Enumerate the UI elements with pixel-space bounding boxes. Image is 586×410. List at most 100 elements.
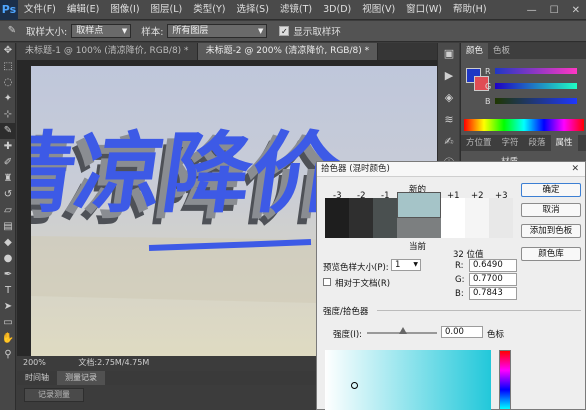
swatch-minus-3[interactable] bbox=[325, 198, 349, 238]
bottom-panel-tab[interactable]: 测量记录 bbox=[57, 371, 105, 385]
cancel-button[interactable]: 取消 bbox=[521, 203, 581, 217]
sample-value: 所有图层 bbox=[172, 26, 209, 36]
layers-icon[interactable]: ◈ bbox=[438, 87, 460, 109]
color-field[interactable] bbox=[325, 350, 491, 410]
stamp-tool-icon[interactable]: ♜ bbox=[0, 171, 16, 187]
doc-info: 文档:2.75M/4.75M bbox=[78, 358, 150, 367]
minimize-button[interactable]: — bbox=[527, 5, 537, 16]
sample-label: 样本: bbox=[141, 27, 164, 38]
zoom-level[interactable]: 200% bbox=[23, 358, 46, 367]
g-slider-track[interactable] bbox=[495, 83, 577, 89]
dodge-tool-icon[interactable]: ● bbox=[0, 251, 16, 267]
hue-slider[interactable] bbox=[499, 350, 511, 410]
type-tool-icon[interactable]: T bbox=[0, 283, 16, 299]
intensity-input[interactable]: 0.00 bbox=[441, 326, 483, 338]
b-channel-label: B: bbox=[455, 289, 464, 299]
color-panel-tab[interactable]: 颜色 bbox=[461, 43, 489, 59]
color-field-cursor[interactable] bbox=[351, 382, 358, 389]
menu-item[interactable]: 帮助(H) bbox=[453, 0, 487, 20]
color-spectrum[interactable] bbox=[464, 119, 584, 131]
b-slider[interactable]: B bbox=[485, 96, 577, 106]
g-slider[interactable]: G bbox=[485, 81, 577, 91]
bottom-panel-tab[interactable]: 时间轴 bbox=[17, 371, 57, 385]
menu-bar: Ps 文件(F) 编辑(E) 图像(I) 图层(L) 类型(Y) 选择(S) 滤镜(T) 3D… bbox=[0, 0, 586, 20]
eraser-tool-icon[interactable]: ▱ bbox=[0, 203, 16, 219]
shape-tool-icon[interactable]: ▭ bbox=[0, 315, 16, 331]
ok-button[interactable]: 确定 bbox=[521, 183, 581, 197]
b-channel-input[interactable]: 0.7843 bbox=[469, 287, 517, 300]
intensity-section-label: 强度/拾色器 bbox=[323, 307, 369, 317]
menu-item[interactable]: 滤镜(T) bbox=[280, 0, 312, 20]
menu-item[interactable]: 类型(Y) bbox=[193, 0, 225, 20]
swatch-minus-1[interactable] bbox=[373, 198, 397, 238]
properties-panel-tab[interactable]: 方位置 bbox=[461, 135, 497, 151]
properties-panel-tab[interactable]: 属性 bbox=[550, 135, 578, 151]
menu-item[interactable]: 编辑(E) bbox=[67, 0, 99, 20]
maximize-button[interactable]: ☐ bbox=[550, 5, 559, 16]
close-icon[interactable]: ✕ bbox=[571, 162, 579, 177]
history-brush-icon[interactable]: ↺ bbox=[0, 187, 16, 203]
menu-item[interactable]: 选择(S) bbox=[236, 0, 268, 20]
actions-icon[interactable]: ▶ bbox=[438, 65, 460, 87]
menu-item[interactable]: 视图(V) bbox=[362, 0, 395, 20]
color-libraries-button[interactable]: 颜色库 bbox=[521, 247, 581, 261]
menu-item[interactable]: 3D(D) bbox=[323, 0, 351, 20]
intensity-slider-thumb[interactable] bbox=[399, 327, 407, 334]
swatch-center[interactable] bbox=[397, 192, 441, 238]
marquee-tool-icon[interactable]: ⬚ bbox=[0, 59, 16, 75]
healing-tool-icon[interactable]: ✚ bbox=[0, 139, 16, 155]
history-icon[interactable]: ▣ bbox=[438, 43, 460, 65]
swatch-minus-2[interactable] bbox=[349, 198, 373, 238]
properties-panel-tab[interactable]: 字符 bbox=[497, 135, 524, 151]
pen-tool-icon[interactable]: ✒ bbox=[0, 267, 16, 283]
menu-item[interactable]: 文件(F) bbox=[24, 0, 56, 20]
new-color-swatch bbox=[397, 192, 441, 218]
document-tab[interactable]: 未标题-1 @ 100% (清凉降价, RGB/8) * bbox=[17, 43, 198, 60]
move-tool-icon[interactable]: ✥ bbox=[0, 43, 16, 59]
options-bar: ✎ 取样大小: 取样点 ▼ 样本: 所有图层 ▼ ✓ 显示取样环 bbox=[0, 21, 586, 42]
quick-select-tool-icon[interactable]: ✦ bbox=[0, 91, 16, 107]
add-to-swatches-button[interactable]: 添加到色板 bbox=[521, 224, 581, 238]
swatch-strip bbox=[325, 192, 513, 238]
g-channel-input[interactable]: 0.7700 bbox=[469, 273, 517, 286]
sample-size-label: 取样大小: bbox=[26, 27, 68, 38]
color-panel-tab[interactable]: 色板 bbox=[488, 43, 515, 59]
document-tab[interactable]: 未标题-2 @ 200% (清凉降价, RGB/8) * bbox=[197, 43, 379, 60]
current-color-label: 当前 bbox=[409, 242, 427, 252]
sample-size-dropdown[interactable]: 取样点 ▼ bbox=[71, 24, 132, 38]
relative-to-doc-checkbox[interactable] bbox=[323, 278, 331, 286]
swatch-plus-2[interactable] bbox=[465, 198, 489, 238]
crop-tool-icon[interactable]: ⊹ bbox=[0, 107, 16, 123]
b-slider-track[interactable] bbox=[495, 98, 577, 104]
menu-item[interactable]: 窗口(W) bbox=[406, 0, 442, 20]
dialog-title: 拾色器 (混时颜色) bbox=[321, 164, 390, 174]
blur-tool-icon[interactable]: ◆ bbox=[0, 235, 16, 251]
zoom-tool-icon[interactable]: ⚲ bbox=[0, 347, 16, 363]
r-slider-track[interactable] bbox=[495, 68, 577, 74]
preview-size-value: 1 bbox=[395, 260, 401, 270]
r-slider[interactable]: R bbox=[485, 66, 577, 76]
properties-panel-tab[interactable]: 段落 bbox=[524, 135, 551, 151]
menu-item[interactable]: 图层(L) bbox=[151, 0, 183, 20]
record-measurement-button[interactable]: 记录测量 bbox=[24, 388, 84, 402]
r-slider-label: R bbox=[485, 66, 491, 76]
sample-dropdown[interactable]: 所有图层 ▼ bbox=[167, 24, 268, 38]
swatch-plus-3[interactable] bbox=[489, 198, 513, 238]
eyedropper-tool-icon[interactable]: ✎ bbox=[0, 123, 16, 139]
eyedropper-icon[interactable]: ✎ bbox=[4, 23, 20, 39]
channels-icon[interactable]: ≋ bbox=[438, 109, 460, 131]
lasso-tool-icon[interactable]: ◌ bbox=[0, 75, 16, 91]
brush-tool-icon[interactable]: ✐ bbox=[0, 155, 16, 171]
r-channel-input[interactable]: 0.6490 bbox=[469, 259, 517, 272]
preview-size-select[interactable]: 1 ▼ bbox=[391, 259, 421, 271]
window-controls: — ☐ ✕ bbox=[527, 0, 580, 20]
hand-tool-icon[interactable]: ✋ bbox=[0, 331, 16, 347]
paths-icon[interactable]: ✍ bbox=[438, 131, 460, 153]
menu-item[interactable]: 图像(I) bbox=[110, 0, 139, 20]
show-ring-checkbox[interactable]: ✓ bbox=[279, 26, 290, 36]
path-select-tool-icon[interactable]: ➤ bbox=[0, 299, 16, 315]
swatch-plus-1[interactable] bbox=[441, 198, 465, 238]
color-picker-dialog: 拾色器 (混时颜色) ✕ -3 -2 -1 新的 +1 +2 +3 当前 确定 … bbox=[316, 161, 586, 410]
gradient-tool-icon[interactable]: ▤ bbox=[0, 219, 16, 235]
close-button[interactable]: ✕ bbox=[572, 5, 580, 16]
